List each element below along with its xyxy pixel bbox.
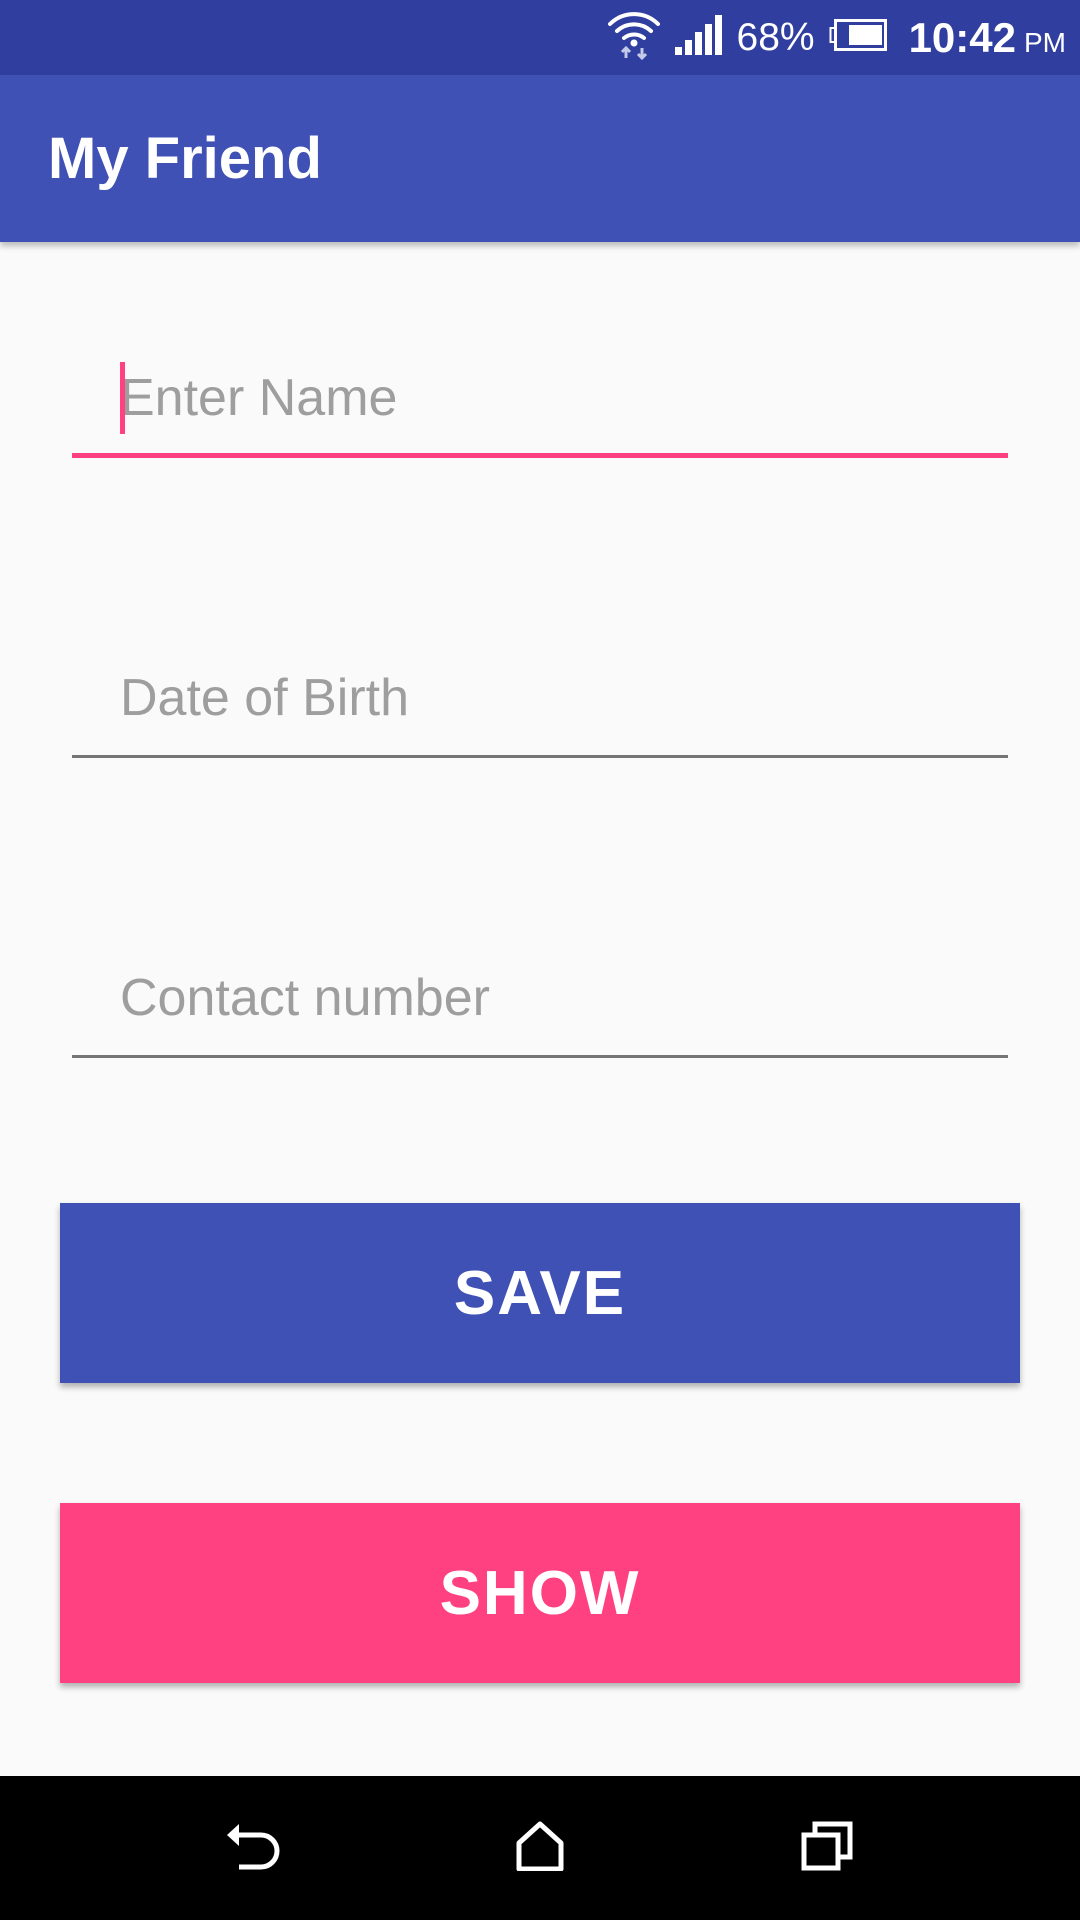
clock-ampm: PM [1024, 26, 1066, 58]
contact-input-underline [72, 1055, 1008, 1058]
status-icons: 68% 10:42 PM [607, 0, 1066, 75]
save-button[interactable]: SAVE [60, 1203, 1020, 1383]
recents-icon [801, 1821, 853, 1876]
wifi-icon [607, 10, 661, 65]
contact-number-input[interactable] [72, 938, 1008, 1058]
name-input-underline [72, 453, 1008, 458]
app-bar: My Friend [0, 75, 1080, 242]
date-of-birth-input[interactable] [72, 638, 1008, 758]
dob-input-underline [72, 755, 1008, 758]
home-icon [515, 1821, 565, 1876]
status-bar: 68% 10:42 PM [0, 0, 1080, 75]
app-title: My Friend [48, 126, 322, 191]
back-button[interactable] [193, 1776, 313, 1920]
contact-field-container [72, 938, 1008, 1058]
battery-icon [829, 19, 887, 56]
text-cursor [120, 362, 125, 434]
navigation-bar [0, 1776, 1080, 1920]
home-button[interactable] [480, 1776, 600, 1920]
signal-icon [674, 15, 723, 60]
battery-percent: 68% [736, 15, 815, 59]
name-field-container [72, 338, 1008, 458]
name-input[interactable] [72, 338, 1008, 458]
back-icon [223, 1821, 283, 1876]
show-button[interactable]: SHOW [60, 1503, 1020, 1683]
dob-field-container [72, 638, 1008, 758]
clock-time: 10:42 [908, 13, 1016, 61]
recents-button[interactable] [767, 1776, 887, 1920]
